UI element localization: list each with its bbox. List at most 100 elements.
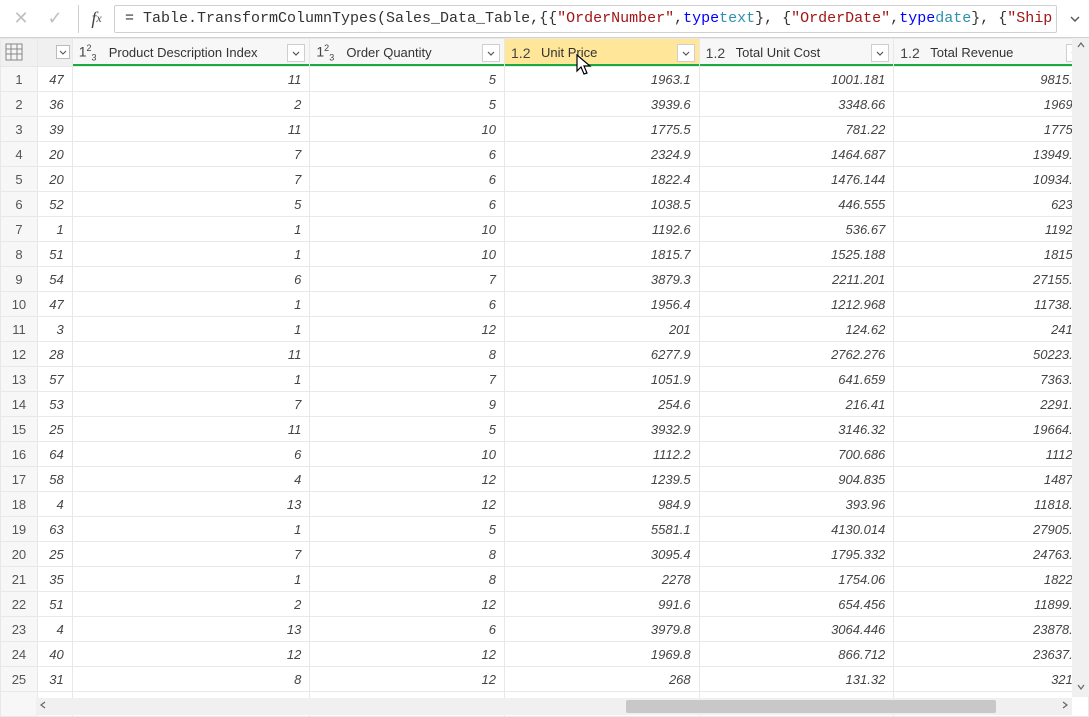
cell[interactable]: 14874	[894, 467, 1089, 492]
cell[interactable]: 24763.2	[894, 542, 1089, 567]
column-header-total-unit-cost[interactable]: 1.2Total Unit Cost	[699, 39, 894, 67]
row-number[interactable]: 20	[1, 542, 38, 567]
row-number[interactable]: 8	[1, 242, 38, 267]
cell[interactable]: 11818.8	[894, 492, 1089, 517]
column-header-product-description-index[interactable]: 123Product Description Index	[72, 39, 310, 67]
horizontal-scrollbar[interactable]	[36, 698, 1072, 715]
scroll-down-icon[interactable]	[1076, 680, 1086, 697]
row-number[interactable]: 21	[1, 567, 38, 592]
cell[interactable]: 446.555	[699, 192, 894, 217]
table-row[interactable]: 2531812268131.323216	[1, 667, 1089, 692]
cell[interactable]: 7	[72, 167, 310, 192]
cell-extra-left[interactable]: 51	[37, 242, 72, 267]
cell[interactable]: 1	[72, 567, 310, 592]
cell-extra-left[interactable]: 40	[37, 642, 72, 667]
row-number[interactable]: 18	[1, 492, 38, 517]
cell[interactable]: 6	[72, 442, 310, 467]
cell[interactable]: 1	[72, 517, 310, 542]
cell[interactable]: 6	[72, 267, 310, 292]
cell[interactable]: 536.67	[699, 217, 894, 242]
filter-dropdown-button[interactable]	[482, 44, 500, 62]
cell[interactable]: 1239.5	[505, 467, 700, 492]
cell-extra-left[interactable]: 1	[37, 217, 72, 242]
row-number[interactable]: 23	[1, 617, 38, 642]
cell[interactable]: 9815.5	[894, 67, 1089, 92]
cell[interactable]: 9	[310, 392, 505, 417]
table-row[interactable]: 21351822781754.0618224	[1, 567, 1089, 592]
cell[interactable]: 12	[310, 317, 505, 342]
table-row[interactable]: 8511101815.71525.18818157	[1, 242, 1089, 267]
table-row[interactable]: 236253939.63348.6619698	[1, 92, 1089, 117]
table-row[interactable]: 520761822.41476.14410934.4	[1, 167, 1089, 192]
row-number[interactable]: 12	[1, 342, 38, 367]
table-row[interactable]: 17584121239.5904.83514874	[1, 467, 1089, 492]
cell[interactable]: 1476.144	[699, 167, 894, 192]
cell[interactable]: 23637.6	[894, 642, 1089, 667]
cell[interactable]: 18157	[894, 242, 1089, 267]
cell[interactable]: 3939.6	[505, 92, 700, 117]
row-number[interactable]: 4	[1, 142, 38, 167]
cell[interactable]: 10	[310, 217, 505, 242]
table-row[interactable]: 2251212991.6654.45611899.2	[1, 592, 1089, 617]
row-number[interactable]: 3	[1, 117, 38, 142]
cell[interactable]: 1192.6	[505, 217, 700, 242]
fx-icon[interactable]: fx	[78, 5, 114, 33]
cell[interactable]: 11	[72, 342, 310, 367]
table-row[interactable]: 244012121969.8866.71223637.6	[1, 642, 1089, 667]
table-row[interactable]: 954673879.32211.20127155.1	[1, 267, 1089, 292]
decimal-type-icon[interactable]: 1.2	[706, 45, 730, 61]
cell[interactable]: 2324.9	[505, 142, 700, 167]
filter-dropdown-button[interactable]	[287, 44, 305, 62]
cell[interactable]: 10934.4	[894, 167, 1089, 192]
decimal-type-icon[interactable]: 1.2	[900, 45, 924, 61]
table-row[interactable]: 420762324.91464.68713949.4	[1, 142, 1089, 167]
cell[interactable]: 1969.8	[505, 642, 700, 667]
cell[interactable]: 19698	[894, 92, 1089, 117]
cell[interactable]: 991.6	[505, 592, 700, 617]
cell[interactable]: 17755	[894, 117, 1089, 142]
cell-extra-left[interactable]: 36	[37, 92, 72, 117]
row-number[interactable]: 7	[1, 217, 38, 242]
cell[interactable]: 5	[72, 192, 310, 217]
cell[interactable]: 866.712	[699, 642, 894, 667]
row-number[interactable]: 2	[1, 92, 38, 117]
cell[interactable]: 11738.4	[894, 292, 1089, 317]
formula-accept-button[interactable]: ✓	[40, 4, 70, 34]
table-row[interactable]: 1841312984.9393.9611818.8	[1, 492, 1089, 517]
table-row[interactable]: 33911101775.5781.2217755	[1, 117, 1089, 142]
cell[interactable]: 3095.4	[505, 542, 700, 567]
cell-extra-left[interactable]: 25	[37, 417, 72, 442]
vertical-scrollbar[interactable]	[1072, 38, 1089, 697]
cell[interactable]: 12	[310, 667, 505, 692]
cell[interactable]: 393.96	[699, 492, 894, 517]
cell[interactable]: 5	[310, 92, 505, 117]
cell[interactable]: 6	[310, 167, 505, 192]
cell[interactable]: 6	[310, 617, 505, 642]
cell[interactable]: 124.62	[699, 317, 894, 342]
cell[interactable]: 7363.3	[894, 367, 1089, 392]
cell-extra-left[interactable]: 3	[37, 317, 72, 342]
cell[interactable]: 12	[310, 642, 505, 667]
row-number[interactable]: 1	[1, 67, 38, 92]
cell[interactable]: 1	[72, 242, 310, 267]
cell[interactable]: 1525.188	[699, 242, 894, 267]
cell[interactable]: 18224	[894, 567, 1089, 592]
cell[interactable]: 2762.276	[699, 342, 894, 367]
cell[interactable]: 1822.4	[505, 167, 700, 192]
row-number[interactable]: 17	[1, 467, 38, 492]
cell[interactable]: 11	[72, 67, 310, 92]
table-row[interactable]: 1357171051.9641.6597363.3	[1, 367, 1089, 392]
row-number[interactable]: 25	[1, 667, 38, 692]
cell[interactable]: 6277.9	[505, 342, 700, 367]
scrollbar-thumb[interactable]	[626, 700, 996, 713]
cell[interactable]: 7	[72, 392, 310, 417]
cell[interactable]: 1	[72, 292, 310, 317]
row-number[interactable]: 26	[1, 692, 38, 717]
cell[interactable]: 11	[72, 417, 310, 442]
table-row[interactable]: 16646101112.2700.68611122	[1, 442, 1089, 467]
cell[interactable]: 12	[310, 467, 505, 492]
row-number[interactable]: 6	[1, 192, 38, 217]
table-row[interactable]: 652561038.5446.5556231	[1, 192, 1089, 217]
cell[interactable]: 2291.4	[894, 392, 1089, 417]
select-all-corner[interactable]	[1, 39, 38, 67]
